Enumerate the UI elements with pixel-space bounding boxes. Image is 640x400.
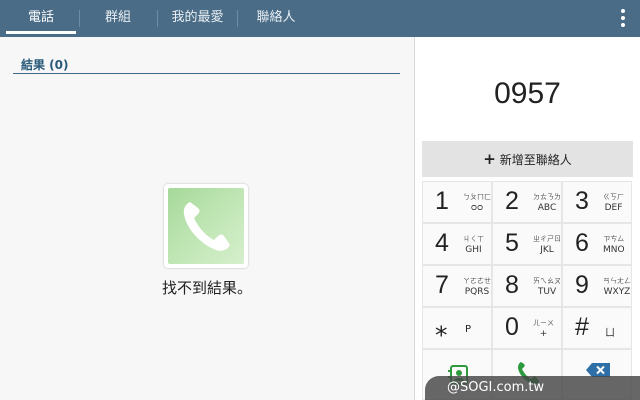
key-0[interactable]: 0 ㄦㄧㄨ + — [492, 307, 562, 349]
key-digit: 6 — [575, 229, 589, 257]
key-3[interactable]: 3 ㄍㄎㄏ DEF — [562, 181, 632, 223]
key-7[interactable]: 7 ㄚㄛㄜㄝ PQRS — [422, 265, 492, 307]
key-4[interactable]: 4 ㄐㄑㄒ GHI — [422, 223, 492, 265]
tab-bar: 電話 群組 我的最愛 聯絡人 — [0, 0, 640, 37]
tab-groups[interactable]: 群組 — [82, 0, 154, 37]
phone-handset-icon — [164, 184, 248, 268]
key-hash[interactable]: # ㄩ — [562, 307, 632, 349]
key-letters: ㄢㄣㄤㄥ WXYZ — [603, 277, 631, 297]
dialed-number[interactable]: 0957 — [415, 77, 640, 111]
overflow-menu-icon[interactable] — [620, 9, 626, 29]
key-digit: 0 — [505, 313, 519, 341]
results-divider — [13, 73, 400, 74]
key-letters: ㄅㄆㄇㄈ ᴑᴑ — [463, 193, 491, 213]
add-to-contacts-button[interactable]: + 新增至聯絡人 — [422, 141, 633, 177]
key-digit: # — [575, 313, 589, 341]
key-6[interactable]: 6 ㄗㄘㄙ MNO — [562, 223, 632, 265]
dialer-pane: 0957 + 新增至聯絡人 1 ㄅㄆㄇㄈ ᴑᴑ 2 ㄉㄊㄋㄌ ABC 3 ㄍㄎㄏ DEF… — [415, 37, 640, 400]
results-header: 結果 (0) — [21, 58, 69, 72]
key-5[interactable]: 5 ㄓㄔㄕㄖ JKL — [492, 223, 562, 265]
key-digit: 7 — [435, 271, 449, 299]
key-digit: 5 — [505, 229, 519, 257]
tab-separator — [79, 10, 80, 27]
active-tab-indicator — [6, 31, 76, 34]
tab-favorites[interactable]: 我的最愛 — [160, 0, 235, 37]
key-letters: ㄗㄘㄙ MNO — [603, 235, 625, 255]
add-to-contacts-label: 新增至聯絡人 — [499, 153, 572, 167]
key-digit: ⁎ — [435, 314, 448, 342]
watermark: @SOGI.com.tw — [425, 376, 640, 400]
key-letters: ㄓㄔㄕㄖ JKL — [533, 235, 561, 255]
key-star[interactable]: ⁎ P — [422, 307, 492, 349]
key-letters: ㄐㄑㄒ GHI — [463, 235, 484, 255]
key-1[interactable]: 1 ㄅㄆㄇㄈ ᴑᴑ — [422, 181, 492, 223]
key-letters: ㄦㄧㄨ + — [533, 319, 554, 339]
plus-icon: + — [483, 150, 496, 168]
key-letters: ㄩ — [605, 328, 615, 339]
empty-results-message: 找不到結果。 — [161, 279, 252, 297]
search-results-pane: 結果 (0) 找不到結果。 — [0, 37, 414, 400]
key-digit: 8 — [505, 271, 519, 299]
tab-contacts[interactable]: 聯絡人 — [240, 0, 312, 37]
key-digit: 4 — [435, 229, 449, 257]
key-letters: ㄚㄛㄜㄝ PQRS — [463, 277, 491, 297]
key-digit: 1 — [435, 187, 449, 215]
key-letters: ㄍㄎㄏ DEF — [603, 193, 624, 213]
key-digit: 3 — [575, 187, 589, 215]
key-letters: ㄞㄟㄠㄡ TUV — [533, 277, 561, 297]
tab-separator — [237, 10, 238, 27]
key-digit: 2 — [505, 187, 519, 215]
key-8[interactable]: 8 ㄞㄟㄠㄡ TUV — [492, 265, 562, 307]
key-digit: 9 — [575, 271, 589, 299]
key-letters: ㄉㄊㄋㄌ ABC — [533, 193, 561, 213]
tab-separator — [157, 10, 158, 27]
key-2[interactable]: 2 ㄉㄊㄋㄌ ABC — [492, 181, 562, 223]
key-letters: P — [465, 324, 472, 335]
key-9[interactable]: 9 ㄢㄣㄤㄥ WXYZ — [562, 265, 632, 307]
